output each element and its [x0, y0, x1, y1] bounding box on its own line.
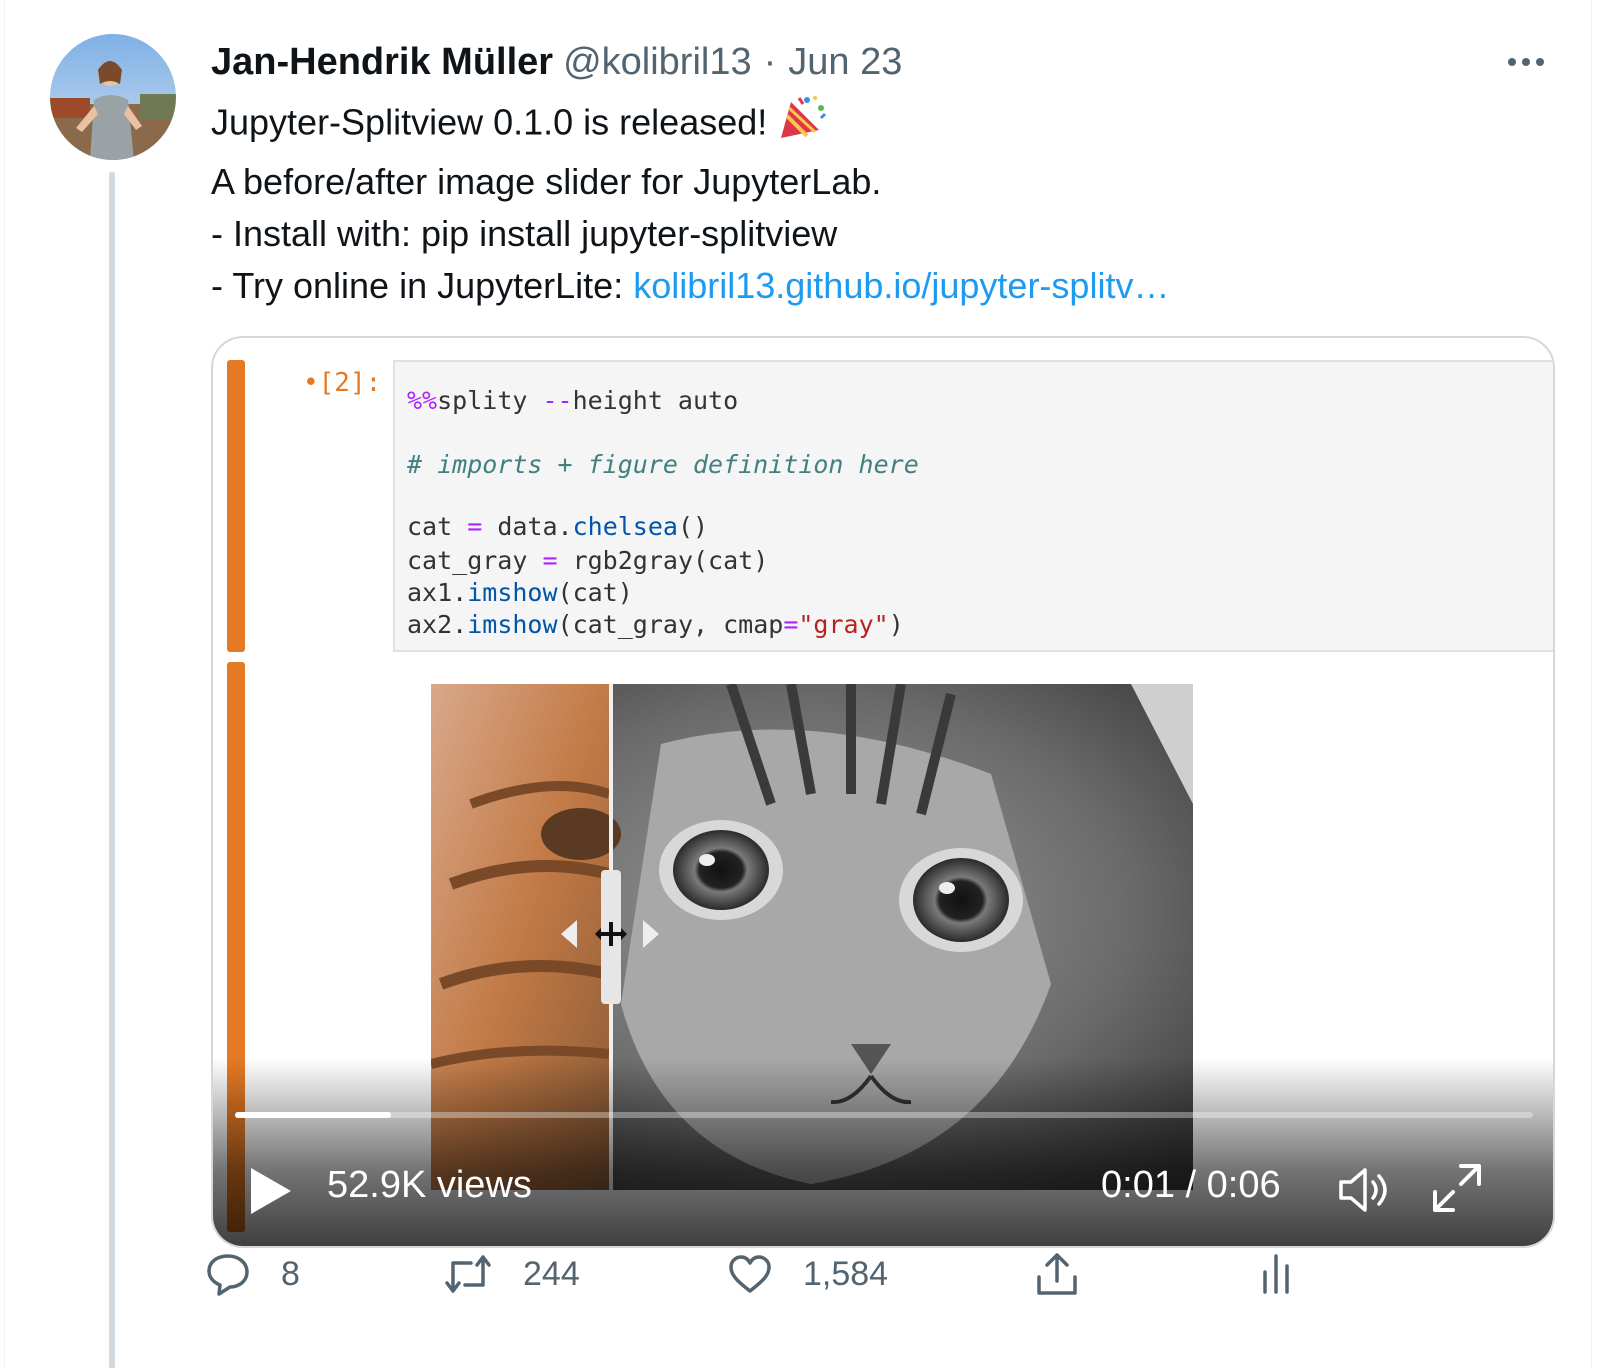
reply-button[interactable]: 8	[205, 1246, 300, 1302]
like-count: 1,584	[803, 1254, 889, 1293]
tweet-line-3: - Install with: pip install jupyter-spli…	[211, 213, 838, 254]
tweet-actions: 8 244 1,584	[5, 1240, 1591, 1310]
retweet-count: 244	[523, 1254, 580, 1293]
code-token: data.	[482, 512, 573, 541]
try-online-text: - Try online in JupyterLite:	[211, 265, 634, 306]
code-token: imshow	[467, 610, 558, 639]
play-icon	[251, 1168, 291, 1214]
code-token: ()	[677, 512, 709, 541]
tweet-line-4: - Try online in JupyterLite: kolibril13.…	[211, 260, 1169, 312]
video-controls-gradient	[213, 1058, 1553, 1246]
thread-line	[109, 172, 115, 1368]
reply-count: 8	[281, 1254, 300, 1293]
share-button[interactable]	[1035, 1246, 1109, 1302]
code-token: cat_gray	[407, 546, 543, 575]
code-token: "gray"	[798, 610, 889, 639]
release-text: Jupyter-Splitview 0.1.0 is released!	[211, 101, 768, 143]
tweet-line-1: Jupyter-Splitview 0.1.0 is released!	[211, 94, 1169, 156]
heart-icon	[729, 1255, 771, 1293]
code-token: (cat_gray, cmap	[557, 610, 784, 639]
code-token: cat	[407, 512, 468, 541]
code-line: ax1.imshow(cat)	[407, 578, 633, 607]
code-token: height auto	[572, 386, 739, 415]
cell-prompt: •[2]:	[303, 368, 382, 398]
code-token: %%	[407, 386, 438, 415]
retweet-icon	[445, 1255, 491, 1293]
code-line: cat_gray = rgb2gray(cat)	[407, 546, 768, 575]
more-dot	[1508, 58, 1516, 66]
like-button[interactable]: 1,584	[727, 1246, 888, 1302]
code-line: cat = data.chelsea()	[407, 512, 708, 541]
share-icon	[1037, 1253, 1077, 1295]
code-line: ax2.imshow(cat_gray, cmap="gray")	[407, 610, 904, 639]
tweet-date[interactable]: Jun 23	[788, 41, 902, 84]
volume-button[interactable]	[1337, 1166, 1393, 1214]
view-count: 52.9K views	[327, 1164, 532, 1206]
video-progress-fill	[235, 1112, 391, 1118]
video-progress-bar[interactable]	[235, 1112, 1533, 1118]
tweet-header: Jan-Hendrik Müller @kolibril13 · Jun 23	[211, 38, 902, 86]
author-handle[interactable]: @kolibril13	[563, 41, 752, 84]
code-token: --	[542, 386, 573, 415]
code-token: =	[467, 512, 483, 541]
code-cell: %%splity --height auto # imports + figur…	[393, 360, 1553, 652]
analytics-button[interactable]	[1261, 1246, 1321, 1302]
code-token: ax2.	[407, 610, 468, 639]
video-player[interactable]: •[2]: %%splity --height auto # imports +…	[211, 336, 1555, 1248]
more-options-button[interactable]	[1501, 44, 1551, 80]
more-dot	[1536, 58, 1544, 66]
party-popper-icon	[777, 94, 827, 156]
author-name[interactable]: Jan-Hendrik Müller	[211, 41, 553, 84]
tweet-card[interactable]: Jan-Hendrik Müller @kolibril13 · Jun 23 …	[4, 0, 1592, 1368]
video-time: 0:01 / 0:06	[1101, 1164, 1281, 1206]
code-token: rgb2gray(cat)	[557, 546, 769, 575]
tweet-text: Jupyter-Splitview 0.1.0 is released! A b…	[211, 94, 1169, 312]
speaker-icon	[1339, 1168, 1387, 1212]
code-line: %%splity --height auto	[407, 386, 738, 415]
code-token: splity	[437, 386, 543, 415]
analytics-icon	[1263, 1254, 1289, 1294]
jupyterlite-link[interactable]: kolibril13.github.io/jupyter-splitv…	[633, 265, 1169, 306]
expand-icon	[1433, 1164, 1481, 1212]
tweet-line-2: A before/after image slider for JupyterL…	[211, 161, 882, 202]
more-dot	[1522, 58, 1530, 66]
avatar[interactable]	[50, 34, 176, 160]
code-token: =	[783, 610, 799, 639]
play-button[interactable]	[249, 1166, 293, 1216]
reply-icon	[207, 1254, 249, 1296]
code-token: =	[542, 546, 558, 575]
fullscreen-button[interactable]	[1429, 1160, 1485, 1216]
cell-active-bar	[227, 360, 245, 652]
code-token: imshow	[467, 578, 558, 607]
code-token: (cat)	[557, 578, 633, 607]
separator-dot: ·	[763, 40, 777, 83]
code-token: )	[888, 610, 904, 639]
code-token: chelsea	[572, 512, 678, 541]
code-token: ax1.	[407, 578, 468, 607]
retweet-button[interactable]: 244	[443, 1246, 580, 1302]
code-comment: # imports + figure definition here	[407, 450, 919, 479]
